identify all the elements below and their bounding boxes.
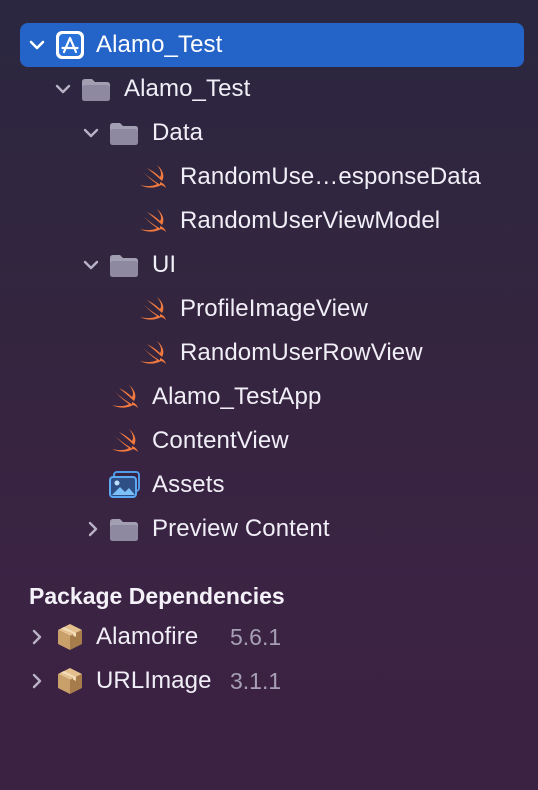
chevron-down-icon[interactable] (82, 243, 102, 287)
swift-file-icon (138, 199, 170, 243)
group-name: Alamo_Test (124, 75, 251, 102)
file-row[interactable]: ProfileImageView (20, 287, 524, 331)
folder-name-ui: UI (152, 251, 177, 278)
file-row[interactable]: RandomUse…esponseData (20, 155, 524, 199)
file-row[interactable]: RandomUserViewModel (20, 199, 524, 243)
folder-icon (80, 67, 112, 111)
project-name: Alamo_Test (96, 31, 223, 58)
folder-icon (108, 507, 140, 551)
file-name: RandomUserViewModel (180, 207, 441, 234)
group-row-alamo-test[interactable]: Alamo_Test (20, 67, 524, 111)
package-name: Alamofire (96, 623, 199, 650)
asset-catalog-icon (108, 463, 140, 507)
chevron-down-icon[interactable] (82, 111, 102, 155)
folder-row-data[interactable]: Data (20, 111, 524, 155)
file-row-assets[interactable]: Assets (20, 463, 524, 507)
package-name: URLImage (96, 667, 212, 694)
folder-row-ui[interactable]: UI (20, 243, 524, 287)
file-name: RandomUse…esponseData (180, 163, 481, 190)
package-row[interactable]: URLImage 3.1.1 (20, 659, 524, 703)
swift-file-icon (138, 287, 170, 331)
folder-icon (108, 111, 140, 155)
package-row[interactable]: Alamofire 5.6.1 (20, 615, 524, 659)
swift-file-icon (138, 155, 170, 199)
xcode-project-icon (54, 23, 86, 67)
project-navigator: Alamo_Test Alamo_Test Data RandomUse…esp… (0, 0, 538, 790)
folder-name-preview-content: Preview Content (152, 515, 330, 542)
package-version: 3.1.1 (230, 668, 282, 694)
folder-icon (108, 243, 140, 287)
chevron-down-icon[interactable] (54, 67, 74, 111)
chevron-right-icon[interactable] (28, 615, 48, 659)
file-name: ProfileImageView (180, 295, 368, 322)
swift-file-icon (110, 375, 142, 419)
chevron-right-icon[interactable] (84, 507, 104, 551)
file-row[interactable]: ContentView (20, 419, 524, 463)
file-name: RandomUserRowView (180, 339, 423, 366)
package-dependencies-header: Package Dependencies (29, 583, 285, 609)
file-name: ContentView (152, 427, 289, 454)
folder-name-data: Data (152, 119, 204, 146)
package-icon (54, 615, 86, 659)
project-root-row[interactable]: Alamo_Test (20, 23, 524, 67)
chevron-right-icon[interactable] (28, 659, 48, 703)
package-icon (54, 659, 86, 703)
file-row[interactable]: RandomUserRowView (20, 331, 524, 375)
swift-file-icon (138, 331, 170, 375)
file-row[interactable]: Alamo_TestApp (20, 375, 524, 419)
folder-row-preview-content[interactable]: Preview Content (20, 507, 524, 551)
swift-file-icon (110, 419, 142, 463)
file-name: Alamo_TestApp (152, 383, 322, 410)
file-name-assets: Assets (152, 471, 225, 498)
package-version: 5.6.1 (230, 624, 282, 650)
chevron-down-icon[interactable] (28, 23, 48, 67)
